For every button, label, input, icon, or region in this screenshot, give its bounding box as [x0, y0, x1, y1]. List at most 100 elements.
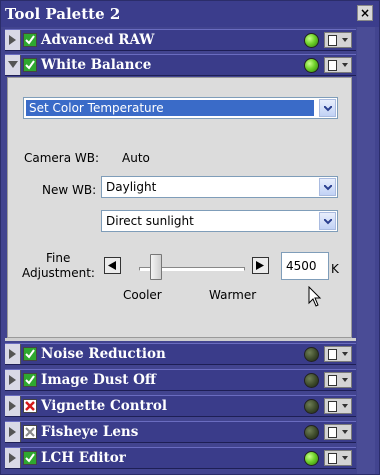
chevron-down-icon	[324, 106, 332, 112]
section-menu-button[interactable]	[324, 32, 352, 48]
arrow-left-icon	[108, 261, 116, 270]
close-button[interactable]: ×	[357, 5, 373, 21]
checkmark-icon	[24, 348, 36, 360]
light-source-dropdown-button[interactable]	[319, 212, 336, 230]
status-indicator-icon	[304, 347, 319, 362]
status-indicator-icon	[304, 451, 319, 466]
mode-select[interactable]: Set Color Temperature	[23, 97, 338, 119]
checkmark-icon	[24, 452, 36, 464]
chevron-down-icon	[324, 219, 332, 225]
chevron-right-icon	[9, 349, 16, 359]
enable-checkbox[interactable]	[23, 347, 37, 361]
dropdown-arrow-icon	[342, 404, 348, 408]
section-label: Noise Reduction	[41, 346, 166, 362]
tool-palette-window: Tool Palette 2 × Advanced RAW White Bala…	[0, 0, 380, 475]
enable-checkbox[interactable]	[23, 33, 37, 47]
dropdown-arrow-icon	[342, 352, 348, 356]
page-icon	[328, 453, 337, 464]
warmer-label: Warmer	[209, 288, 257, 302]
section-label: White Balance	[41, 57, 152, 73]
section-label: Vignette Control	[41, 398, 168, 414]
section-lch-editor[interactable]: LCH Editor	[5, 447, 356, 469]
section-noise-reduction[interactable]: Noise Reduction	[5, 343, 356, 365]
gray-x-icon	[25, 427, 35, 437]
section-label: Image Dust Off	[41, 372, 156, 388]
checkmark-icon	[24, 34, 36, 46]
section-menu-button[interactable]	[324, 346, 352, 362]
enable-checkbox[interactable]	[23, 451, 37, 465]
section-menu-button[interactable]	[324, 450, 352, 466]
palette-scroll-area	[357, 27, 375, 474]
expand-toggle[interactable]	[5, 396, 21, 416]
decrease-temperature-button[interactable]	[104, 257, 121, 274]
expand-toggle[interactable]	[5, 448, 21, 468]
dropdown-arrow-icon	[342, 63, 348, 67]
section-advanced-raw[interactable]: Advanced RAW	[5, 29, 356, 51]
status-indicator-icon	[304, 373, 319, 388]
status-indicator-icon	[304, 425, 319, 440]
expand-toggle[interactable]	[5, 370, 21, 390]
page-icon	[328, 349, 337, 360]
page-icon	[328, 60, 337, 71]
chevron-right-icon	[9, 401, 16, 411]
chevron-down-icon	[324, 185, 332, 191]
page-icon	[328, 401, 337, 412]
camera-wb-value: Auto	[122, 151, 150, 165]
chevron-right-icon	[9, 375, 16, 385]
cooler-label: Cooler	[123, 288, 162, 302]
new-wb-select[interactable]: Daylight	[101, 176, 338, 198]
enable-checkbox[interactable]	[23, 373, 37, 387]
light-source-select[interactable]: Direct sunlight	[101, 210, 338, 232]
window-titlebar[interactable]: Tool Palette 2 ×	[1, 1, 379, 27]
page-icon	[328, 375, 337, 386]
camera-wb-label: Camera WB:	[24, 151, 100, 165]
temperature-slider-thumb[interactable]	[150, 254, 162, 280]
expand-toggle[interactable]	[5, 422, 21, 442]
mode-select-value: Set Color Temperature	[26, 100, 314, 116]
white-balance-panel: Set Color Temperature Camera WB: Auto Ne…	[7, 77, 352, 338]
chevron-right-icon	[9, 427, 16, 437]
red-x-icon	[25, 401, 35, 411]
temperature-input[interactable]: 4500	[281, 252, 329, 280]
enable-checkbox[interactable]	[23, 425, 37, 439]
section-image-dust-off[interactable]: Image Dust Off	[5, 369, 356, 391]
section-label: Fisheye Lens	[41, 424, 139, 440]
section-menu-button[interactable]	[324, 57, 352, 73]
chevron-right-icon	[9, 35, 16, 45]
close-icon: ×	[359, 6, 371, 20]
light-source-select-value: Direct sunlight	[106, 214, 194, 228]
section-white-balance[interactable]: White Balance	[5, 54, 356, 76]
temperature-unit: K	[331, 262, 339, 276]
new-wb-label: New WB:	[42, 183, 97, 197]
dropdown-arrow-icon	[342, 378, 348, 382]
dropdown-arrow-icon	[342, 430, 348, 434]
fine-adjustment-label-line2: Adjustment:	[22, 266, 95, 280]
expand-toggle[interactable]	[5, 344, 21, 364]
expand-toggle[interactable]	[5, 30, 21, 50]
section-fisheye-lens[interactable]: Fisheye Lens	[5, 421, 356, 443]
new-wb-dropdown-button[interactable]	[319, 178, 336, 196]
section-menu-button[interactable]	[324, 424, 352, 440]
page-icon	[328, 427, 337, 438]
chevron-down-icon	[8, 61, 18, 68]
checkmark-icon	[24, 59, 36, 71]
enable-checkbox[interactable]	[23, 58, 37, 72]
increase-temperature-button[interactable]	[252, 257, 269, 274]
checkmark-icon	[24, 374, 36, 386]
enable-checkbox[interactable]	[23, 399, 37, 413]
window-title: Tool Palette 2	[5, 5, 121, 23]
page-icon	[328, 35, 337, 46]
status-indicator-icon	[304, 399, 319, 414]
dropdown-arrow-icon	[342, 456, 348, 460]
panel-footer	[5, 338, 356, 341]
dropdown-arrow-icon	[342, 38, 348, 42]
new-wb-select-value: Daylight	[106, 180, 157, 194]
section-menu-button[interactable]	[324, 398, 352, 414]
fine-adjustment-label-line1: Fine	[46, 251, 71, 265]
status-indicator-icon	[304, 58, 319, 73]
collapse-toggle[interactable]	[5, 55, 21, 75]
status-indicator-icon	[304, 33, 319, 48]
section-vignette-control[interactable]: Vignette Control	[5, 395, 356, 417]
section-menu-button[interactable]	[324, 372, 352, 388]
mode-select-dropdown-button[interactable]	[319, 99, 336, 117]
